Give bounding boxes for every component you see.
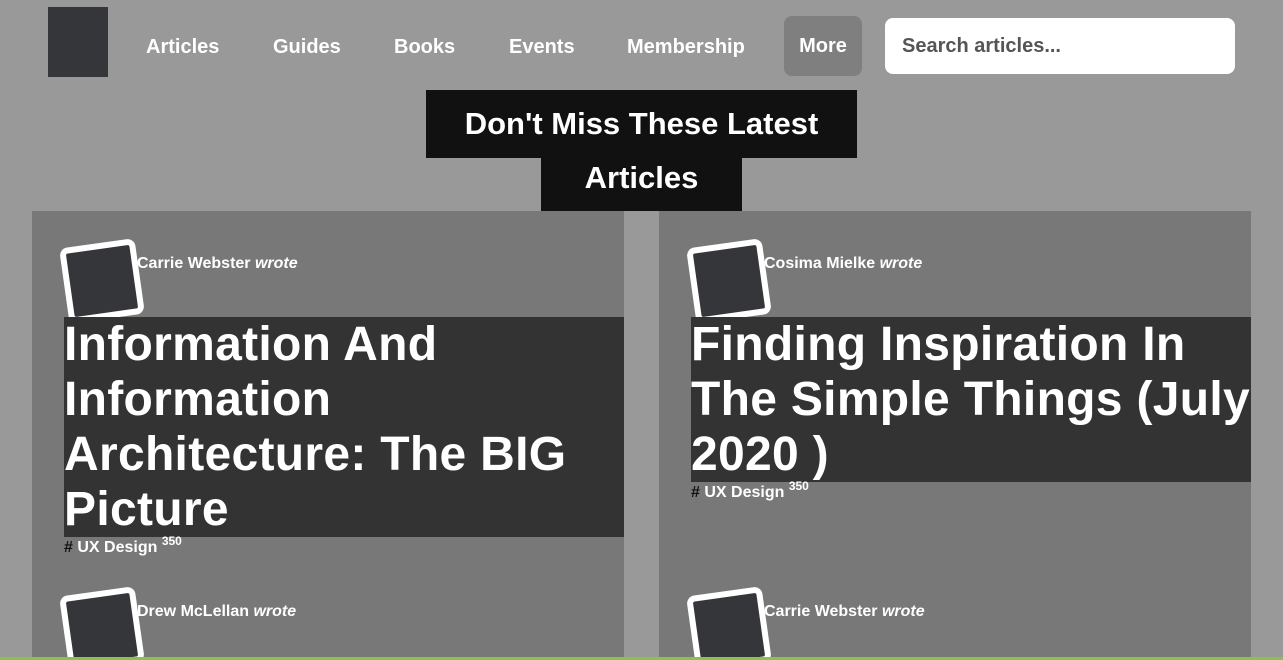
search-box (885, 18, 1235, 74)
article-card-left: Carrie Webster wrote Information And Inf… (32, 211, 624, 660)
article-tag-line: # UX Design 350 (64, 534, 182, 557)
author-wrote-label: wrote (881, 603, 925, 620)
article-card-right: Cosima Mielke wrote Finding Inspiration … (659, 211, 1251, 660)
section-heading-line-2: Articles (541, 158, 742, 211)
author-wrote-label: wrote (254, 255, 298, 272)
author-line: Drew McLellan wrote (137, 603, 296, 621)
author-name[interactable]: Carrie Webster (764, 603, 878, 620)
nav-item-articles[interactable]: Articles (146, 35, 219, 59)
author-line: Carrie Webster wrote (137, 255, 298, 273)
author-line: Cosima Mielke wrote (764, 255, 922, 273)
author-name[interactable]: Cosima Mielke (764, 255, 875, 272)
site-logo[interactable] (48, 7, 108, 77)
nav-more-button[interactable]: More (784, 16, 862, 76)
tag-hash-icon: # (64, 539, 73, 556)
tag-link[interactable]: UX Design (704, 484, 784, 501)
nav-item-books[interactable]: Books (394, 35, 455, 59)
author-name[interactable]: Drew McLellan (137, 603, 249, 620)
author-wrote-label: wrote (253, 603, 297, 620)
author-line: Carrie Webster wrote (764, 603, 925, 621)
author-wrote-label: wrote (879, 255, 923, 272)
nav-item-events[interactable]: Events (509, 35, 575, 59)
article-title[interactable]: Finding Inspiration In The Simple Things… (691, 317, 1251, 482)
author-avatar[interactable] (59, 586, 145, 660)
article-tag-line: # UX Design 350 (691, 479, 809, 502)
search-input[interactable] (900, 33, 1220, 59)
author-avatar[interactable] (686, 586, 772, 660)
tag-count: 350 (788, 479, 809, 493)
section-heading-line-1: Don't Miss These Latest (426, 90, 857, 158)
article-title[interactable]: Information And Information Architecture… (64, 317, 624, 537)
tag-link[interactable]: UX Design (77, 539, 157, 556)
nav-item-guides[interactable]: Guides (273, 35, 341, 59)
tag-count: 350 (161, 534, 182, 548)
tag-hash-icon: # (691, 484, 700, 501)
author-name[interactable]: Carrie Webster (137, 255, 251, 272)
author-avatar[interactable] (686, 238, 772, 324)
nav-item-membership[interactable]: Membership (627, 35, 745, 59)
author-avatar[interactable] (59, 238, 145, 324)
